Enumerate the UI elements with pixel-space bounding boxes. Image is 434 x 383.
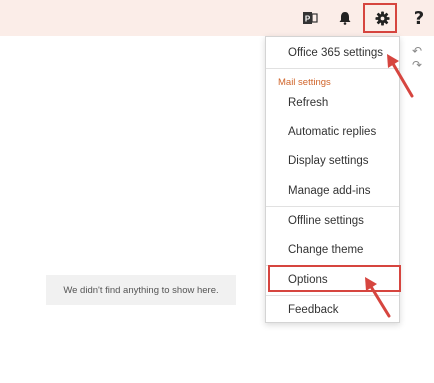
menu-divider (266, 265, 399, 266)
menu-item-automatic-replies[interactable]: Automatic replies (266, 119, 399, 145)
people-button[interactable]: P (293, 0, 327, 36)
menu-item-options[interactable]: Options (266, 267, 399, 293)
menu-item-offline-settings[interactable]: Offline settings (266, 208, 399, 234)
menu-item-refresh[interactable]: Refresh (266, 90, 399, 116)
notifications-button[interactable] (328, 0, 362, 36)
menu-item-change-theme[interactable]: Change theme (266, 237, 399, 263)
svg-text:P: P (305, 15, 311, 24)
menu-item-feedback[interactable]: Feedback (266, 297, 399, 323)
menu-item-office-365-settings[interactable]: Office 365 settings (266, 40, 399, 66)
settings-button[interactable] (365, 0, 399, 36)
mail-settings-heading: Mail settings (278, 77, 331, 88)
menu-item-manage-add-ins[interactable]: Manage add-ins (266, 178, 399, 204)
bell-icon (338, 11, 352, 25)
outlook-page: P ? Office 365 settings Mail settings Re… (0, 0, 434, 383)
menu-divider (266, 206, 399, 207)
menu-divider (266, 68, 399, 69)
help-icon: ? (413, 7, 425, 29)
undo-icon[interactable]: ↶ ↷ (412, 44, 434, 72)
gear-icon (374, 10, 390, 26)
people-icon: P (302, 10, 318, 26)
empty-state-message: We didn't find anything to show here. (46, 275, 236, 305)
menu-divider (266, 295, 399, 296)
top-bar: P ? (0, 0, 434, 36)
menu-item-display-settings[interactable]: Display settings (266, 148, 399, 174)
settings-menu: Office 365 settings Mail settings Refres… (265, 36, 400, 323)
help-button[interactable]: ? (402, 0, 434, 36)
